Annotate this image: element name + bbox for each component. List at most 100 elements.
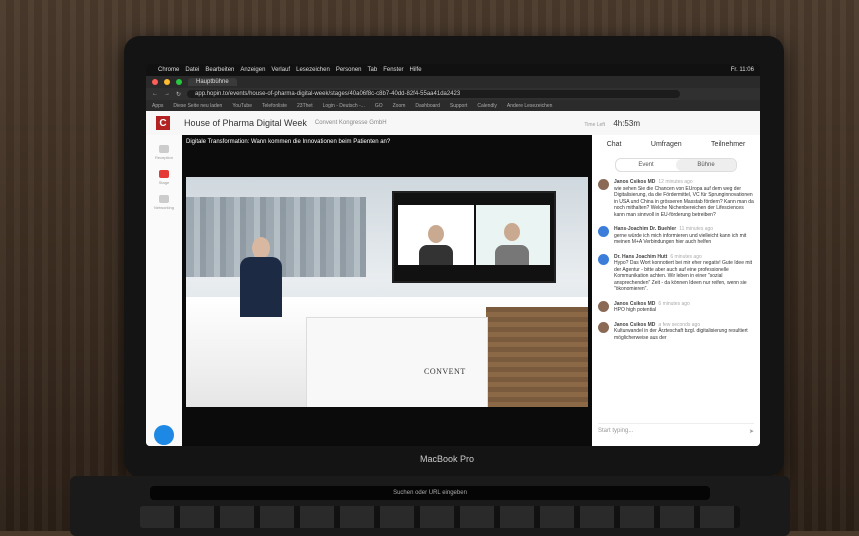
presenter-body <box>240 257 282 317</box>
keyboard-keys-row <box>140 506 740 528</box>
message-author: Dr. Hans Joachim Hutt <box>614 253 668 260</box>
guest-2-body <box>495 245 529 265</box>
menu-fenster[interactable]: Fenster <box>383 67 403 73</box>
menu-bearbeiten[interactable]: Bearbeiten <box>205 67 234 73</box>
hopin-app: C House of Pharma Digital Week Convent K… <box>146 111 760 446</box>
url-field[interactable]: app.hopin.to/events/house-of-pharma-digi… <box>187 90 680 98</box>
message-text: HPO high potential <box>614 307 656 313</box>
networking-icon <box>159 195 169 203</box>
reload-icon[interactable]: ↻ <box>176 91 181 98</box>
bookmark-item[interactable]: GO <box>375 103 383 109</box>
message-text: gerne würde ich mich informieren und vie… <box>614 232 747 246</box>
chat-compose[interactable]: Start typing... ➤ <box>598 423 754 438</box>
desk-brand-text: CONVENT <box>424 367 466 376</box>
bookmark-item[interactable]: YouTube <box>232 103 252 109</box>
bookmark-item[interactable]: Andere Lesezeichen <box>507 103 553 109</box>
send-icon[interactable]: ➤ <box>749 428 754 435</box>
home-icon <box>159 145 169 153</box>
guest-2-head <box>504 223 520 241</box>
message-time: a few seconds ago <box>658 321 701 328</box>
menu-datei[interactable]: Datei <box>185 67 199 73</box>
back-arrow-icon[interactable]: ← <box>152 91 158 97</box>
menu-verlauf[interactable]: Verlauf <box>271 67 290 73</box>
message-text: wie sehen Sie die Chancen von EUropa auf… <box>614 185 754 218</box>
touchbar-search-text: Suchen oder URL eingeben <box>393 490 467 496</box>
message-author: Janos Csikos MD <box>614 179 656 185</box>
message-time: 11 minutes ago <box>679 226 714 232</box>
minimize-window-icon[interactable] <box>164 79 170 85</box>
close-window-icon[interactable] <box>152 79 158 85</box>
bookmark-item[interactable]: Telefonliste <box>262 103 287 109</box>
app-header: C House of Pharma Digital Week Convent K… <box>146 111 760 136</box>
guest-1-body <box>419 245 453 265</box>
mac-menu-bar: Chrome Datei Bearbeiten Anzeigen Verlauf… <box>146 64 760 76</box>
laptop-screen: Chrome Datei Bearbeiten Anzeigen Verlauf… <box>146 64 760 446</box>
forward-arrow-icon[interactable]: → <box>164 91 170 97</box>
menu-personen[interactable]: Personen <box>336 67 362 73</box>
chat-bubble-button[interactable] <box>154 425 174 445</box>
tab-chat[interactable]: Chat <box>607 141 622 148</box>
chat-scope-toggle: Event Bühne <box>615 158 737 172</box>
nav-networking-label: Networking <box>153 205 174 210</box>
laptop-model-label: MacBook Pro <box>420 454 475 464</box>
nav-reception-label: Reception <box>154 155 173 160</box>
menu-chrome[interactable]: Chrome <box>158 67 179 73</box>
event-logo[interactable]: C <box>156 116 170 130</box>
tab-teilnehmer[interactable]: Teilnehmer <box>711 141 745 148</box>
avatar <box>598 300 609 312</box>
menu-hilfe[interactable]: Hilfe <box>410 67 422 73</box>
message-time: 12 minutes ago <box>658 179 693 185</box>
chat-message: Hans-Joachim Dr. Buehler 11 minutes ago ge… <box>598 226 754 246</box>
bookmark-item[interactable]: Dashboard <box>415 103 439 109</box>
bookmark-item[interactable]: Apps <box>152 103 163 109</box>
chat-sidebar: Chat Umfragen Teilnehmer Event Bühne Jan… <box>592 135 760 446</box>
chat-message: Janos Csikos MD 6 minutes ago HPO high pot… <box>598 300 754 314</box>
stage-area: Digitale Transformation: Wann kommen die… <box>182 135 592 446</box>
time-left: Time Left 4h:53m <box>584 119 640 128</box>
menu-tab[interactable]: Tab <box>368 67 378 73</box>
bookmark-item[interactable]: 23Thet <box>297 103 313 109</box>
message-time: 6 minutes ago <box>670 253 702 260</box>
chat-message: Janos Csikos MD 12 minutes ago wie sehen S… <box>598 179 754 218</box>
segment-event[interactable]: Event <box>616 159 676 171</box>
message-author: Janos Csikos MD <box>614 321 656 328</box>
bookmark-item[interactable]: Diese Seite neu laden <box>173 103 222 109</box>
organizer-name: Convent Kongresse GmbH <box>314 120 387 126</box>
studio-wood-panel <box>486 307 588 407</box>
browser-toolbar: ← → ↻ app.hopin.to/events/house-of-pharm… <box>146 88 760 100</box>
studio-desk <box>306 317 488 407</box>
menu-anzeigen[interactable]: Anzeigen <box>240 67 265 73</box>
bookmark-item[interactable]: Zoom <box>393 103 406 109</box>
avatar <box>598 179 609 190</box>
time-left-value: 4h:53m <box>613 118 640 128</box>
presenter-head <box>252 237 270 259</box>
presenter-figure <box>236 237 286 327</box>
message-time: 6 minutes ago <box>658 300 690 307</box>
bookmark-item[interactable]: Login - Deutsch -... <box>323 103 365 109</box>
maximize-window-icon[interactable] <box>176 79 182 85</box>
stage-video[interactable]: CONVENT <box>186 177 588 407</box>
sidebar-tabs: Chat Umfragen Teilnehmer <box>592 135 760 148</box>
chat-message: Dr. Hans Joachim Hutt 6 minutes ago Hypo? … <box>598 253 754 293</box>
remote-guest-2 <box>476 205 550 265</box>
menu-clock: Fr. 11:06 <box>730 67 754 73</box>
avatar <box>598 321 609 333</box>
bookmark-item[interactable]: Support <box>450 103 468 109</box>
menu-lesezeichen[interactable]: Lesezeichen <box>296 67 330 73</box>
message-author: Hans-Joachim Dr. Buehler <box>614 226 677 232</box>
remote-guest-1 <box>398 205 474 265</box>
avatar <box>598 253 609 265</box>
compose-input[interactable]: Start typing... <box>598 428 633 434</box>
avatar <box>598 226 609 237</box>
nav-stage[interactable]: Stage <box>146 170 182 185</box>
nav-networking[interactable]: Networking <box>146 195 182 210</box>
message-text: Hypo? Das Wort konnotiert bei mir eher n… <box>614 260 753 292</box>
left-navigation: Reception Stage Networking <box>146 135 183 446</box>
bookmark-item[interactable]: Calendly <box>477 103 496 109</box>
studio-monitor <box>392 191 556 283</box>
nav-reception[interactable]: Reception <box>146 145 182 160</box>
chat-messages: Janos Csikos MD 12 minutes ago wie sehen S… <box>598 179 754 414</box>
browser-tab[interactable]: Hauptbühne <box>188 78 237 86</box>
tab-umfragen[interactable]: Umfragen <box>651 141 682 148</box>
segment-buehne[interactable]: Bühne <box>676 159 736 171</box>
